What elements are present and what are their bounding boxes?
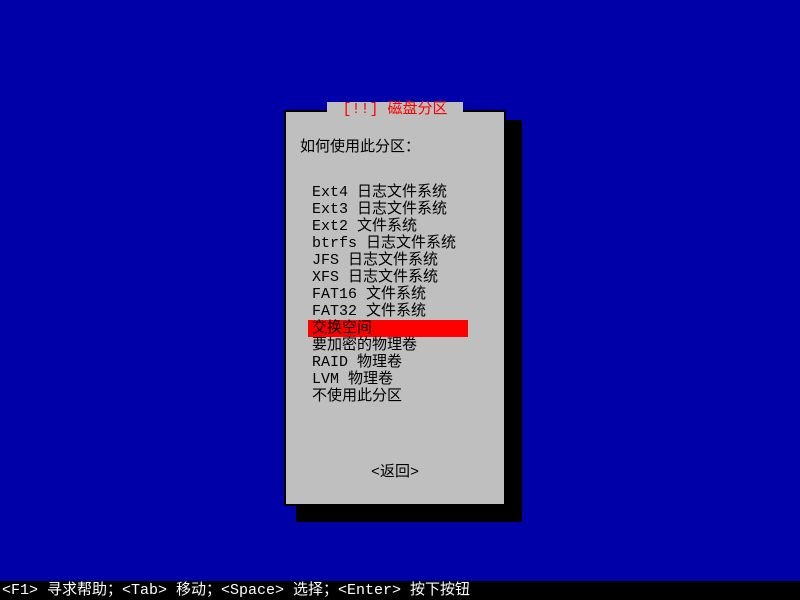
menu-item-4[interactable]: JFS 日志文件系统	[308, 252, 486, 269]
partition-dialog: [!!] 磁盘分区 如何使用此分区： Ext4 日志文件系统Ext3 日志文件系…	[284, 110, 506, 506]
menu-item-12[interactable]: 不使用此分区	[308, 388, 486, 405]
menu-item-5[interactable]: XFS 日志文件系统	[308, 269, 486, 286]
installer-screen: [!!] 磁盘分区 如何使用此分区： Ext4 日志文件系统Ext3 日志文件系…	[0, 0, 800, 600]
menu-item-7[interactable]: FAT32 文件系统	[308, 303, 486, 320]
menu-item-2[interactable]: Ext2 文件系统	[308, 218, 486, 235]
menu-item-6[interactable]: FAT16 文件系统	[308, 286, 486, 303]
menu-item-8[interactable]: 交换空间	[308, 320, 468, 337]
menu-item-11[interactable]: LVM 物理卷	[308, 371, 486, 388]
menu-item-9[interactable]: 要加密的物理卷	[308, 337, 486, 354]
menu-item-0[interactable]: Ext4 日志文件系统	[308, 184, 486, 201]
filesystem-menu[interactable]: Ext4 日志文件系统Ext3 日志文件系统Ext2 文件系统btrfs 日志文…	[308, 184, 486, 405]
dialog-title-wrap: [!!] 磁盘分区	[286, 102, 504, 117]
key-hint-bar: <F1> 寻求帮助；<Tab> 移动；<Space> 选择；<Enter> 按下…	[0, 581, 800, 600]
dialog-title: [!!] 磁盘分区	[327, 102, 462, 117]
menu-item-3[interactable]: btrfs 日志文件系统	[308, 235, 486, 252]
dialog-prompt: 如何使用此分区：	[300, 140, 420, 155]
menu-item-1[interactable]: Ext3 日志文件系统	[308, 201, 486, 218]
menu-item-10[interactable]: RAID 物理卷	[308, 354, 486, 371]
back-button[interactable]: <返回>	[286, 465, 504, 480]
